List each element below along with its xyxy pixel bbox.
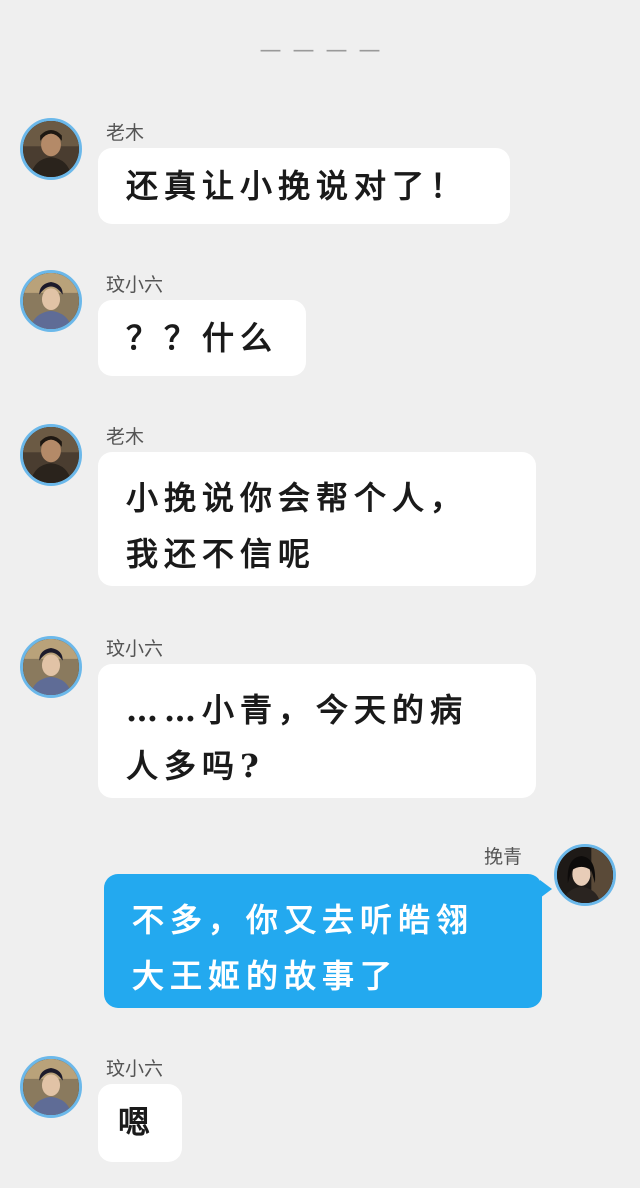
sender-name: 玟小六: [106, 638, 164, 660]
sender-name: 挽青: [484, 846, 523, 868]
message-bubble[interactable]: ……小青，今天的病 人多吗?: [98, 664, 536, 798]
sender-name: 老木: [106, 426, 145, 448]
message-bubble[interactable]: ？？什么: [98, 300, 306, 376]
top-separator: — — — —: [259, 38, 383, 63]
message-bubble[interactable]: 不多，你又去听皓翎 大王姬的故事了: [104, 874, 542, 1008]
sender-name: 老木: [106, 122, 145, 144]
sender-name: 玟小六: [106, 1058, 164, 1080]
bubble-tail: [540, 880, 552, 898]
girl-portrait-icon[interactable]: [554, 844, 616, 906]
message-bubble[interactable]: 嗯: [98, 1084, 182, 1162]
man-portrait-icon[interactable]: [20, 424, 82, 486]
message-bubble[interactable]: 还真让小挽说对了！: [98, 148, 510, 224]
woman-portrait-icon[interactable]: [20, 636, 82, 698]
sender-name: 玟小六: [106, 274, 164, 296]
man-portrait-icon[interactable]: [20, 118, 82, 180]
message-bubble[interactable]: 小挽说你会帮个人， 我还不信呢: [98, 452, 536, 586]
woman-portrait-icon[interactable]: [20, 1056, 82, 1118]
woman-portrait-icon[interactable]: [20, 270, 82, 332]
